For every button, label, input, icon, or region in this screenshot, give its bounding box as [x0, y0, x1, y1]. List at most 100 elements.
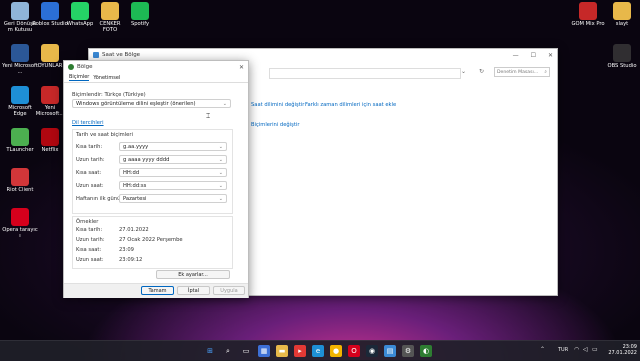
format-field-label: Kısa saat:: [76, 170, 102, 176]
format-field-value: HH:dd: [123, 169, 140, 176]
whatsapp-icon: [71, 2, 89, 20]
desktop-shortcut[interactable]: Opera tarayıc ı: [2, 208, 38, 239]
chevron-down-icon: ⌄: [218, 195, 223, 202]
format-label: Biçimlendir: Türkçe (Türkiye): [72, 92, 146, 98]
chevron-down-icon: ⌄: [218, 169, 223, 176]
format-field-label: Haftanın ilk günü:: [76, 196, 123, 202]
desktop-shortcut[interactable]: OBS Studio: [604, 44, 640, 69]
format-field-value: g aaaa yyyy dddd: [123, 156, 170, 163]
format-field-label: Uzun tarih:: [76, 157, 105, 163]
language-preferences-link[interactable]: Dil tercihleri: [72, 120, 104, 126]
battery-icon[interactable]: ▭: [592, 346, 598, 353]
example-label: Uzun saat:: [76, 257, 104, 263]
dialog-title: Bölge: [77, 64, 93, 70]
ok-button[interactable]: Tamam: [141, 286, 174, 295]
dropdown-chevron-icon[interactable]: ⌄: [461, 68, 466, 75]
format-select-value: Windows görüntüleme dilini eşleştir (öne…: [76, 100, 196, 107]
clock[interactable]: 23:09 27.01.2022: [603, 344, 637, 356]
search-icon: ⌕: [544, 70, 547, 75]
format-field-label: Uzun saat:: [76, 183, 104, 189]
start-icon[interactable]: ⊞: [204, 345, 216, 357]
example-value: 23:09: [119, 247, 134, 253]
opera-icon: [11, 208, 29, 226]
language-indicator[interactable]: TUR: [558, 347, 568, 353]
example-label: Uzun tarih:: [76, 237, 105, 243]
format-field-select[interactable]: HH:dd:ss ⌄: [119, 181, 227, 190]
search-icon[interactable]: ⌕: [222, 345, 234, 357]
settings-icon[interactable]: ⚙: [402, 345, 414, 357]
chrome-icon[interactable]: ●: [330, 345, 342, 357]
opera-icon[interactable]: O: [348, 345, 360, 357]
control-panel-icon[interactable]: ▤: [384, 345, 396, 357]
desktop-shortcut[interactable]: GOM Mix Pro: [570, 2, 606, 27]
folder-icon: [613, 2, 631, 20]
spotify-icon: [131, 2, 149, 20]
format-field-value: HH:dd:ss: [123, 182, 147, 189]
examples-section-title: Örnekler: [76, 219, 99, 225]
format-field-value: g.aa.yyyy: [123, 143, 149, 150]
change-timezone-link[interactable]: Saat dilimini değiştir: [251, 102, 304, 108]
region-dialog[interactable]: Bölge ✕ Biçimler Yönetimsel Biçimlendir:…: [63, 60, 249, 298]
datetime-section-title: Tarih ve saat biçimleri: [76, 132, 133, 138]
tab-formats[interactable]: Biçimler: [69, 74, 90, 81]
apply-button[interactable]: Uygula: [213, 286, 245, 295]
datetime-formats-group: Tarih ve saat biçimleri Kısa tarih: g.aa.…: [72, 129, 233, 214]
additional-settings-button[interactable]: Ek ayarlar...: [156, 270, 230, 279]
maximize-icon[interactable]: ☐: [531, 52, 536, 59]
format-field-value: Pazartesi: [123, 195, 147, 202]
examples-group: Örnekler Kısa tarih: 27.01.2022 Uzun tarih…: [72, 216, 233, 269]
region-dialog-titlebar[interactable]: Bölge ✕: [64, 61, 248, 73]
widgets-icon[interactable]: ▦: [258, 345, 270, 357]
riot-client-icon: [11, 168, 29, 186]
search-placeholder: Denetim Masası...: [497, 69, 539, 75]
edge-icon[interactable]: e: [312, 345, 324, 357]
close-icon[interactable]: ✕: [548, 52, 553, 59]
desktop-shortcut-label: Opera tarayıc ı: [2, 227, 38, 239]
search-input[interactable]: Denetim Masası... ⌕: [494, 67, 550, 77]
format-field-label: Kısa tarih:: [76, 144, 103, 150]
youtube-icon[interactable]: ▸: [294, 345, 306, 357]
desktop-shortcut-label: OBS Studio: [607, 63, 637, 69]
format-field-select[interactable]: Pazartesi ⌄: [119, 194, 227, 203]
desktop-shortcut[interactable]: Spotify: [122, 2, 158, 27]
desktop-shortcut-label: GOM Mix Pro: [571, 21, 605, 27]
steam-icon[interactable]: ◉: [366, 345, 378, 357]
chevron-down-icon: ⌄: [218, 156, 223, 163]
word-document-icon: [11, 44, 29, 62]
example-label: Kısa tarih:: [76, 227, 103, 233]
chevron-down-icon: ⌄: [222, 100, 227, 107]
tray-arrow-icon[interactable]: ⌃: [540, 346, 545, 353]
format-field-select[interactable]: g aaaa yyyy dddd ⌄: [119, 155, 227, 164]
minimize-icon[interactable]: —: [513, 52, 519, 59]
cancel-button[interactable]: İptal: [177, 286, 210, 295]
region-icon[interactable]: ◐: [420, 345, 432, 357]
folder-icon: [41, 44, 59, 62]
add-clocks-link[interactable]: Farklı zaman dilimleri için saat ekle: [305, 102, 396, 108]
task-view-icon[interactable]: ▭: [240, 345, 252, 357]
obs-icon: [613, 44, 631, 62]
address-bar[interactable]: [269, 68, 461, 79]
format-select[interactable]: Windows görüntüleme dilini eşleştir (öne…: [72, 99, 231, 108]
desktop-shortcut-label: Spotify: [130, 21, 150, 27]
desktop-shortcut-label: slayt: [615, 21, 629, 27]
file-explorer-icon[interactable]: ▬: [276, 345, 288, 357]
format-field-select[interactable]: HH:dd ⌄: [119, 168, 227, 177]
format-field-select[interactable]: g.aa.yyyy ⌄: [119, 142, 227, 151]
change-formats-link[interactable]: Biçimlerini değiştir: [251, 122, 299, 128]
mouse-cursor-icon: ⌶: [206, 112, 211, 120]
volume-icon[interactable]: ◁: [583, 346, 588, 353]
window-title: Saat ve Bölge: [102, 52, 141, 58]
desktop-shortcut[interactable]: slayt: [604, 2, 640, 27]
example-value: 27 Ocak 2022 Perşembe: [119, 237, 183, 243]
example-label: Kısa saat:: [76, 247, 102, 253]
clock-date: 27.01.2022: [608, 350, 637, 356]
refresh-icon[interactable]: ↻: [479, 68, 484, 75]
roblox-studio-icon: [41, 2, 59, 20]
folder-icon: [101, 2, 119, 20]
pdf-document-icon: [41, 86, 59, 104]
close-icon[interactable]: ✕: [239, 64, 244, 71]
desktop-shortcut[interactable]: Riot Client: [2, 168, 38, 193]
tab-administrative[interactable]: Yönetimsel: [93, 75, 120, 81]
wifi-icon[interactable]: ◠: [574, 346, 579, 353]
edge-icon: [11, 86, 29, 104]
